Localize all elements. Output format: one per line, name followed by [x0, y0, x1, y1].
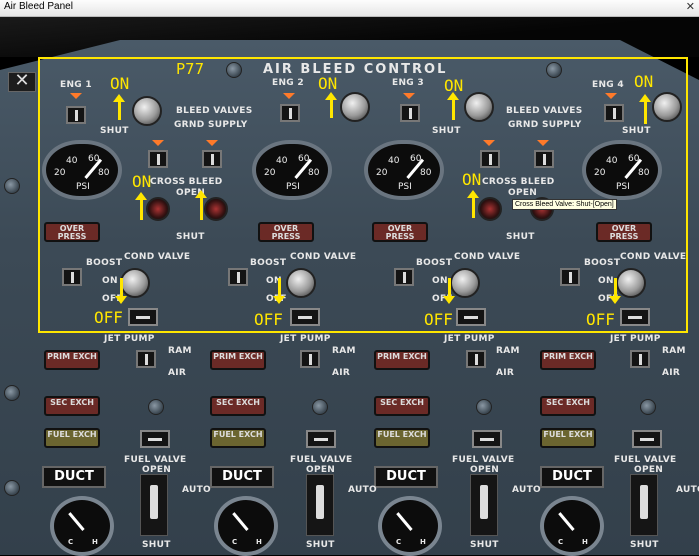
- fuel-valve-switch-1[interactable]: [140, 430, 170, 448]
- sec-exch-light-1: SEC EXCH: [44, 396, 100, 416]
- jet-pump-switch-2[interactable]: [300, 350, 320, 368]
- air-label-2: AIR: [332, 368, 351, 378]
- dial-c-label: C: [68, 538, 74, 546]
- window-titlebar: Air Bleed Panel ✕: [0, 0, 699, 17]
- screw-icon: [640, 399, 656, 415]
- sec-exch-light-3: SEC EXCH: [374, 396, 430, 416]
- dial-needle: [558, 512, 575, 531]
- annotation-arrow-up: [135, 192, 147, 220]
- dial-h-label: H: [256, 538, 263, 546]
- jet-pump-label-3: JET PUMP: [444, 334, 495, 344]
- duct-temp-dial-3: C H: [378, 496, 442, 556]
- annotation-off-3: OFF: [424, 310, 453, 329]
- fuel-valve-label-2: FUEL VALVE: [290, 455, 353, 465]
- fuel-valve-label-1: FUEL VALVE: [124, 455, 187, 465]
- fuel-exch-light-2: FUEL EXCH: [210, 428, 266, 448]
- fuel-valve-shut-4: SHUT: [630, 540, 659, 550]
- dial-c-label: C: [558, 538, 564, 546]
- air-label-1: AIR: [168, 368, 187, 378]
- sec-exch-light-4: SEC EXCH: [540, 396, 596, 416]
- duct-light-3: DUCT: [374, 466, 438, 488]
- fuel-valve-lever-3[interactable]: [470, 474, 498, 536]
- auto-label-3: AUTO: [512, 486, 541, 495]
- auto-label-4: AUTO: [676, 486, 699, 495]
- prim-exch-light-2: PRIM EXCH: [210, 350, 266, 370]
- duct-light-4: DUCT: [540, 466, 604, 488]
- fuel-valve-shut-2: SHUT: [306, 540, 335, 550]
- jet-pump-switch-4[interactable]: [630, 350, 650, 368]
- screw-icon: [312, 399, 328, 415]
- dial-needle: [68, 512, 85, 531]
- annotation-arrow-up: [195, 190, 207, 220]
- annotation-on-eng4: ON: [634, 72, 654, 91]
- annotation-arrow-up: [447, 92, 459, 120]
- dial-h-label: H: [92, 538, 99, 546]
- fuel-valve-lever-4[interactable]: [630, 474, 658, 536]
- duct-temp-dial-4: C H: [540, 496, 604, 556]
- fuel-valve-lever-2[interactable]: [306, 474, 334, 536]
- duct-light-1: DUCT: [42, 466, 106, 488]
- ram-label-4: RAM: [662, 346, 686, 356]
- dial-c-label: C: [232, 538, 238, 546]
- fuel-valve-switch-2[interactable]: [306, 430, 336, 448]
- fuel-exch-light-1: FUEL EXCH: [44, 428, 100, 448]
- screw-icon: [4, 480, 20, 496]
- dial-c-label: C: [396, 538, 402, 546]
- fuel-valve-label-4: FUEL VALVE: [614, 455, 677, 465]
- fuel-valve-label-3: FUEL VALVE: [452, 455, 515, 465]
- annotation-arrow-up: [325, 92, 337, 118]
- dial-h-label: H: [420, 538, 427, 546]
- annotation-on-eng1: ON: [110, 74, 130, 93]
- annotation-arrow-down: [609, 278, 621, 304]
- annotation-off-4: OFF: [586, 310, 615, 329]
- annotation-arrow-down: [273, 278, 285, 304]
- annotation-on-xbleed-right: ON: [462, 170, 482, 189]
- fuel-valve-switch-4[interactable]: [632, 430, 662, 448]
- ram-label-3: RAM: [496, 346, 520, 356]
- air-label-4: AIR: [662, 368, 681, 378]
- dial-needle: [396, 512, 413, 531]
- fuel-exch-light-3: FUEL EXCH: [374, 428, 430, 448]
- fuel-valve-shut-1: SHUT: [142, 540, 171, 550]
- jet-pump-switch-3[interactable]: [466, 350, 486, 368]
- auto-label-2: AUTO: [348, 486, 377, 495]
- annotation-arrow-down: [115, 278, 127, 304]
- sec-exch-light-2: SEC EXCH: [210, 396, 266, 416]
- prim-exch-light-1: PRIM EXCH: [44, 350, 100, 370]
- fuel-valve-switch-3[interactable]: [472, 430, 502, 448]
- fuel-valve-lever-1[interactable]: [140, 474, 168, 536]
- annotation-arrow-up: [113, 94, 125, 120]
- jet-pump-label-4: JET PUMP: [610, 334, 661, 344]
- annotation-off-1: OFF: [94, 308, 123, 327]
- ram-label-2: RAM: [332, 346, 356, 356]
- fuel-valve-shut-3: SHUT: [470, 540, 499, 550]
- panel-close-button[interactable]: ✕: [8, 72, 36, 92]
- window-title: Air Bleed Panel: [4, 1, 73, 12]
- annotation-arrow-up: [467, 190, 479, 218]
- duct-temp-dial-1: C H: [50, 496, 114, 556]
- fuel-exch-light-4: FUEL EXCH: [540, 428, 596, 448]
- screw-icon: [4, 178, 20, 194]
- annotation-off-2: OFF: [254, 310, 283, 329]
- screw-icon: [148, 399, 164, 415]
- annotation-on-xbleed-left: ON: [132, 172, 152, 191]
- dial-h-label: H: [582, 538, 589, 546]
- dial-needle: [232, 512, 249, 531]
- prim-exch-light-4: PRIM EXCH: [540, 350, 596, 370]
- duct-light-2: DUCT: [210, 466, 274, 488]
- annotation-on-eng2: ON: [318, 74, 338, 93]
- annotation-arrow-up: [639, 94, 651, 124]
- air-label-3: AIR: [496, 368, 515, 378]
- ram-label-1: RAM: [168, 346, 192, 356]
- screw-icon: [476, 399, 492, 415]
- jet-pump-label-2: JET PUMP: [280, 334, 331, 344]
- auto-label-1: AUTO: [182, 486, 211, 495]
- screw-icon: [4, 385, 20, 401]
- prim-exch-light-3: PRIM EXCH: [374, 350, 430, 370]
- jet-pump-switch-1[interactable]: [136, 350, 156, 368]
- jet-pump-label-1: JET PUMP: [104, 334, 155, 344]
- window-close-icon[interactable]: ✕: [686, 0, 695, 13]
- duct-temp-dial-2: C H: [214, 496, 278, 556]
- annotation-arrow-down: [443, 278, 455, 304]
